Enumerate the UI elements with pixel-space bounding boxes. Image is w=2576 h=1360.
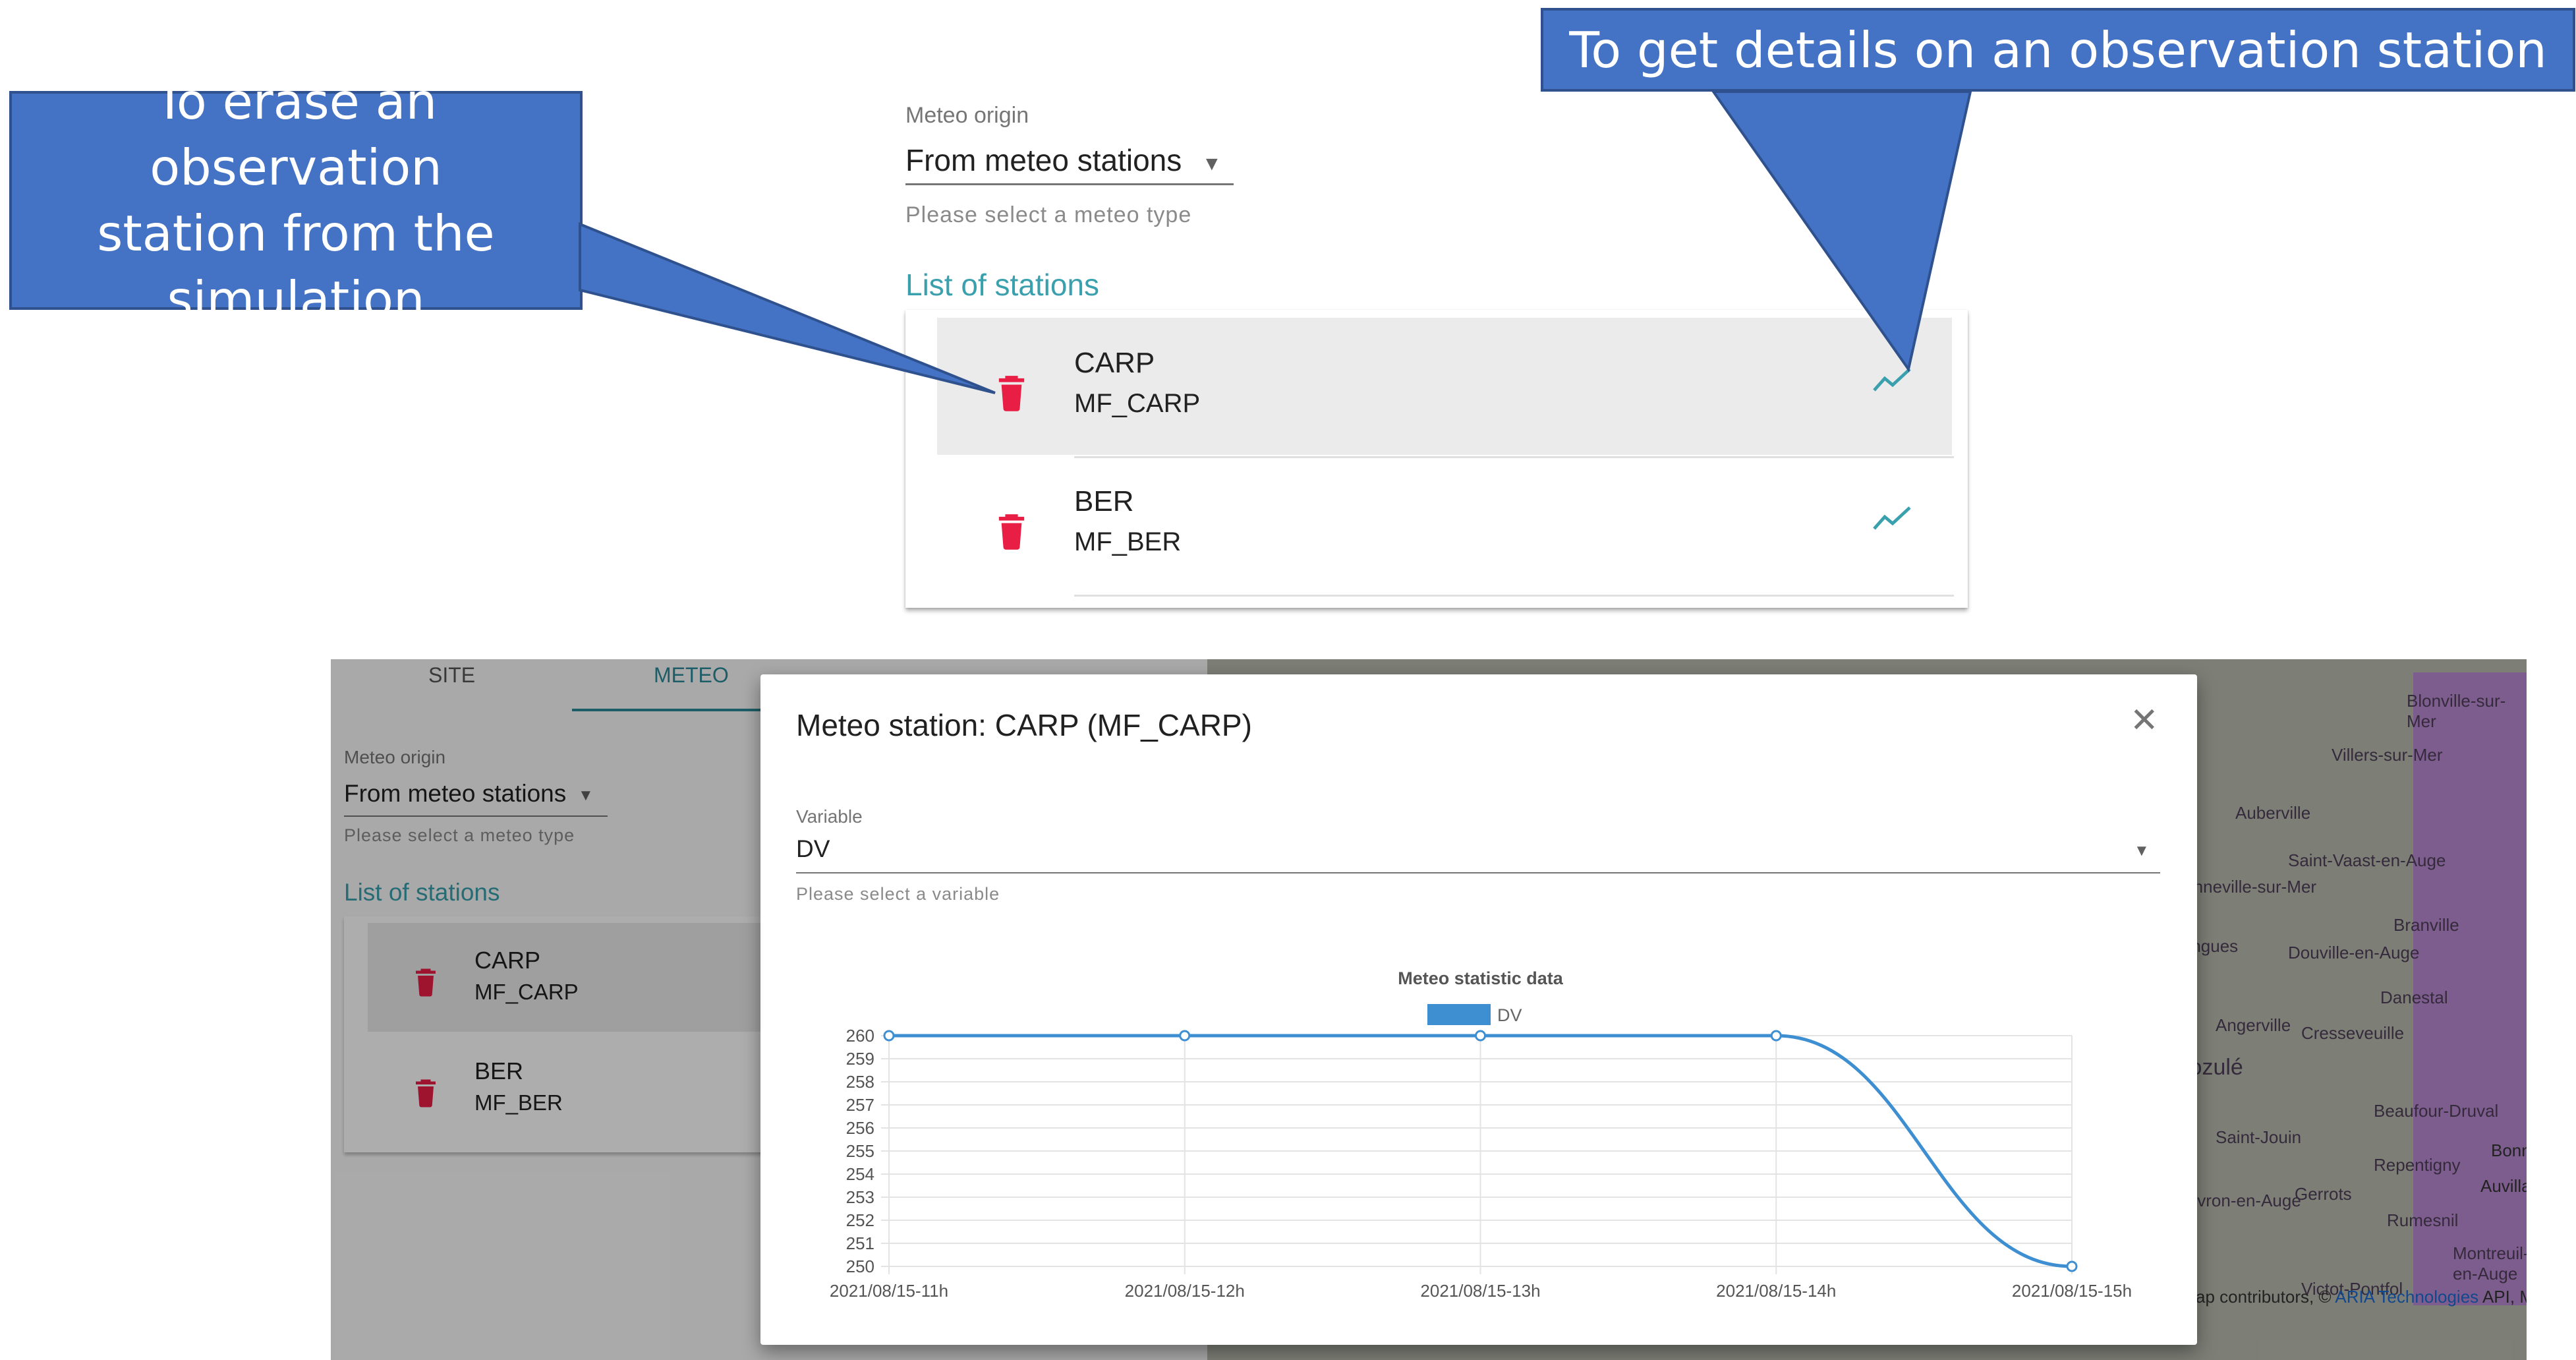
details-callout-pointer <box>1711 90 1972 372</box>
erase-callout-pointer <box>579 222 996 394</box>
callout-pointers <box>579 90 1972 394</box>
